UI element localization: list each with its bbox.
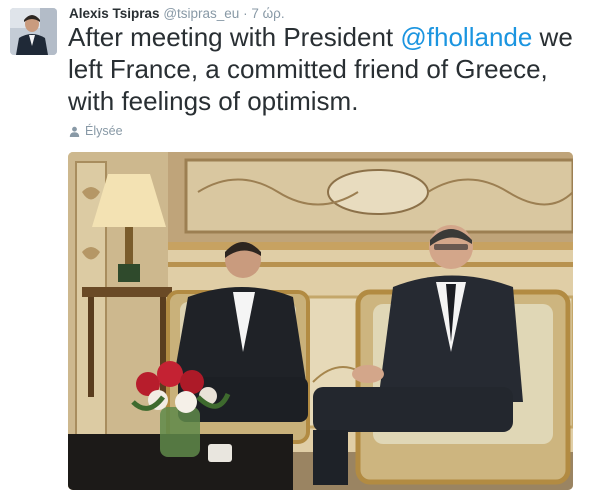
author-screen-name[interactable]: @tsipras_eu (163, 6, 239, 21)
tweet-place[interactable]: Élysée (69, 123, 123, 139)
photo-illustration (68, 152, 573, 490)
tweet-photo[interactable] (68, 152, 573, 490)
author-name[interactable]: Alexis Tsipras (69, 6, 160, 21)
mention-link[interactable]: @fhollande (400, 22, 532, 52)
tweet-timestamp[interactable]: 7 ώρ. (251, 6, 284, 21)
place-name: Élysée (85, 124, 123, 138)
author-avatar[interactable] (10, 8, 57, 55)
tweet-text-before: After meeting with President (68, 22, 401, 52)
user-icon (69, 126, 80, 137)
header-separator: · (243, 6, 248, 21)
tweet: Alexis Tsipras @tsipras_eu · 7 ώρ. After… (0, 0, 593, 502)
tweet-text: After meeting with President @fhollande … (68, 21, 588, 117)
